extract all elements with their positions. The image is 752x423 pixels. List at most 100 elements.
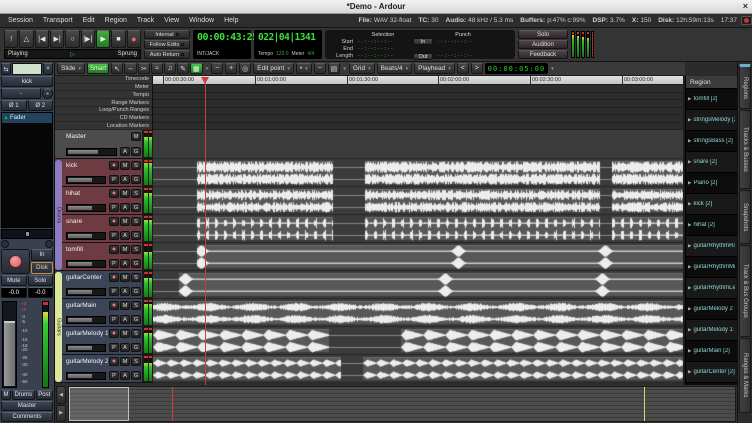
region-list-item[interactable]: ▶guitarMain [2] [686,341,737,362]
ruler-label[interactable]: CD Markers [55,115,152,123]
solo-button[interactable]: S [131,329,141,338]
grid-type-combo[interactable]: Beats/4▾ [377,63,413,74]
expander-icon[interactable]: ▶ [688,243,691,249]
track-name[interactable]: hihat [66,190,108,197]
ruler-label[interactable]: Location Markers [55,122,152,130]
transport-option-button[interactable]: Auto Return [144,50,190,59]
track-gain-fader[interactable] [66,148,117,156]
record-arm-button[interactable]: ● [109,357,119,366]
trim-knob[interactable] [42,88,53,99]
strip-width-button[interactable]: ⇆ [1,63,11,75]
smart-mode-button[interactable]: Smart [87,63,109,74]
mute-button[interactable]: M [120,357,130,366]
region-list-item[interactable]: ▶guitarMelody 1 [2 [686,320,737,341]
solo-button[interactable]: S [131,273,141,282]
record-enable-button[interactable] [1,249,30,274]
side-tab-snapshots[interactable]: Snapshots [739,190,751,244]
track-gain-fader[interactable] [66,316,106,324]
track-header-hihat[interactable]: hihat●MSPAG [55,187,153,215]
expander-icon[interactable]: ▶ [688,117,691,123]
record-arm-button[interactable]: ● [109,273,119,282]
track-header-guitarmelody-1[interactable]: guitarMelody 1●MSPAG [55,327,153,355]
group-button[interactable]: G [131,343,141,352]
input-combo[interactable]: - [1,88,41,99]
monitor-input-button[interactable]: In [31,249,53,261]
track-name[interactable]: guitarMain [66,302,108,309]
metering-point-button[interactable]: M [1,390,11,400]
region-list-item[interactable]: ▶kick [2] [686,194,737,215]
mute-button[interactable]: M [120,217,130,226]
solo-button[interactable]: S [131,161,141,170]
region-list-item[interactable]: ▶tomfill [2] [686,89,737,110]
track-header-guitarmelody-2[interactable]: guitarMelody 2●MSPAG [55,355,153,383]
audition-tool[interactable]: ♫ [164,63,176,74]
automation-button[interactable]: A [120,371,130,380]
tempo-ruler[interactable] [153,93,685,101]
mute-button[interactable]: Mute [1,275,27,286]
strip-name-input[interactable] [12,63,42,75]
location-markers-ruler[interactable] [153,123,685,131]
mute-button[interactable]: M [131,132,141,141]
shrink-tracks-button[interactable]: − [314,63,326,74]
range-tool[interactable]: ↔ [124,63,137,74]
primary-clock[interactable]: 00:00:43:25 INT/JACK [193,30,251,59]
grab-tool[interactable]: ↖ [111,63,123,74]
edit-point-combo[interactable]: Playhead▾ [414,63,455,74]
play-button[interactable]: ▶ [96,30,110,48]
track-name[interactable]: guitarCenter [66,274,108,281]
region-list-item[interactable]: ▶stringsBass [2] [686,131,737,152]
menu-item[interactable]: Region [101,16,131,25]
ruler-label[interactable]: Range Markers [55,99,152,107]
go-start-button[interactable]: |◀ [35,30,49,48]
mode-button[interactable]: Audition [518,40,568,49]
loop-punch-ruler[interactable] [153,108,685,116]
automation-button[interactable]: A [120,203,130,212]
group-button[interactable]: G [131,203,141,212]
expander-icon[interactable]: ▶ [688,306,691,312]
mute-button[interactable]: M [120,329,130,338]
internal-edit-tool[interactable]: ▦ [190,63,203,74]
track-header-guitarcenter[interactable]: guitarCenter●MSPAG [55,271,153,299]
punch-button[interactable]: Out [413,53,433,60]
playlist-button[interactable]: P [109,287,119,296]
region-list-item[interactable]: ▶stringsMelody [2] [686,110,737,131]
gain-fader[interactable] [2,301,17,388]
pan-slider[interactable] [1,229,53,239]
expander-icon[interactable]: ▶ [688,201,691,207]
solo-button[interactable]: S [131,217,141,226]
region-list-header[interactable]: Region [686,76,737,89]
phase-2-button[interactable]: Ø 2 [28,100,54,111]
menu-item[interactable]: Track [133,16,158,25]
track-height-combo[interactable]: •▾ [296,63,312,74]
mute-button[interactable]: M [120,301,130,310]
tools-dropdown-icon[interactable]: ▾ [205,66,210,72]
track-gain-fader[interactable] [66,260,106,268]
punch-button[interactable]: In [413,38,433,45]
selection-row-value[interactable]: --:--:--:-- [357,46,409,52]
record-arm-button[interactable]: ● [109,161,119,170]
ruler-label[interactable]: Timecode [55,76,152,84]
meter-point-button[interactable]: Post [36,390,53,400]
punch-row-value[interactable]: --:--:--:-- [437,53,489,59]
record-arm-button[interactable]: ● [109,189,119,198]
edit-group-strip-drums[interactable]: Drums [55,160,62,270]
loop-button[interactable]: ○ [65,30,79,48]
track-name[interactable]: snare [66,218,108,225]
menu-item[interactable]: Session [4,16,37,25]
playhead-line[interactable] [205,78,206,385]
solo-button[interactable]: S [131,301,141,310]
fader-handle[interactable] [4,321,15,386]
secondary-clock[interactable]: 022|04|1341 Tempo 120.0 Meter 4/4 [254,30,322,59]
monitor-disk-button[interactable]: Disk [31,262,53,274]
stretch-tool[interactable]: ≈ [151,63,163,74]
record-arm-button[interactable]: ● [109,301,119,310]
expander-icon[interactable]: ▶ [688,180,691,186]
peak-display[interactable]: -0.0 [28,287,54,298]
region-list-item[interactable]: ▶hihat [2] [686,215,737,236]
play-selection-button[interactable]: |▶| [81,30,95,48]
side-tab-regions[interactable]: Regions [739,64,751,109]
record-button[interactable]: ● [127,30,141,48]
menu-item[interactable]: Transport [39,16,77,25]
side-tab-track-bus-groups[interactable]: Track & Bus Groups [739,245,751,337]
nudge-dropdown-icon[interactable]: ▾ [550,66,555,72]
